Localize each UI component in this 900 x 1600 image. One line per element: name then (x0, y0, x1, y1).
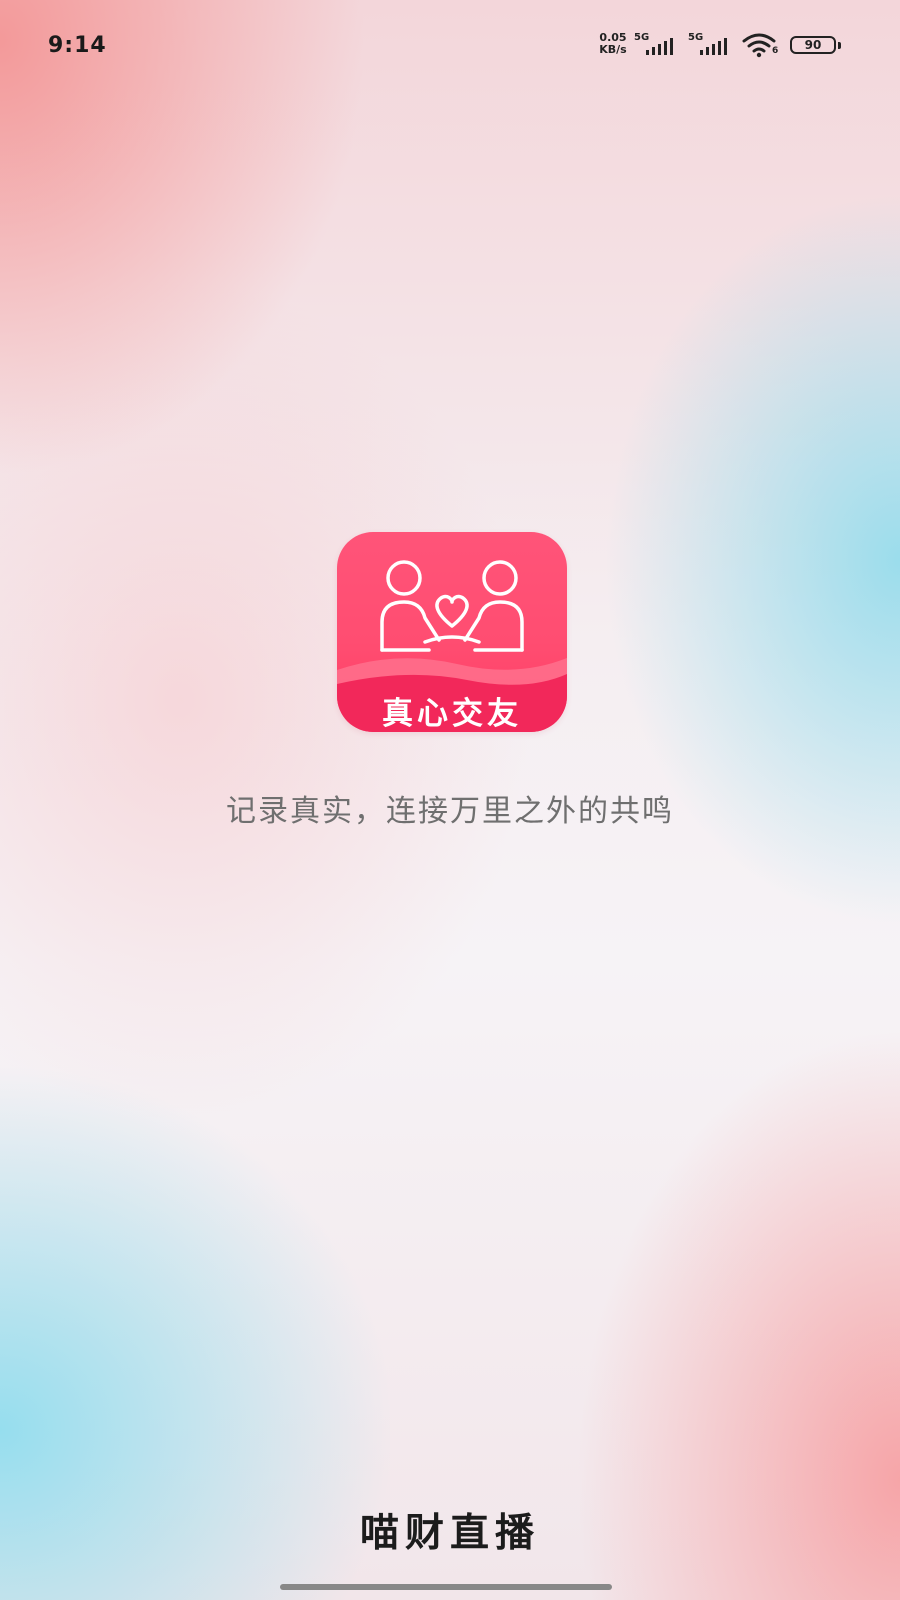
wifi-standard-label: 6 (772, 46, 779, 56)
tagline: 记录真实，连接万里之外的共鸣 (226, 794, 674, 829)
network-speed: 0.05 KB/s (596, 32, 630, 56)
app-logo: 真心交友 (337, 532, 567, 732)
brand-name: 喵财直播 (359, 1511, 540, 1556)
signal-icon (646, 38, 673, 55)
wifi-icon (742, 33, 776, 58)
signal-icon (700, 38, 727, 55)
logo-text: 真心交友 (382, 696, 522, 732)
status-bar: 9:14 0.05 KB/s 5G 5G 6 90 (0, 0, 900, 92)
home-indicator[interactable] (280, 1584, 612, 1590)
battery-icon: 90 (790, 36, 836, 54)
battery-tip (838, 42, 841, 49)
status-time: 9:14 (48, 33, 107, 58)
network-speed-unit: KB/s (599, 43, 627, 56)
battery-level: 90 (804, 38, 822, 52)
